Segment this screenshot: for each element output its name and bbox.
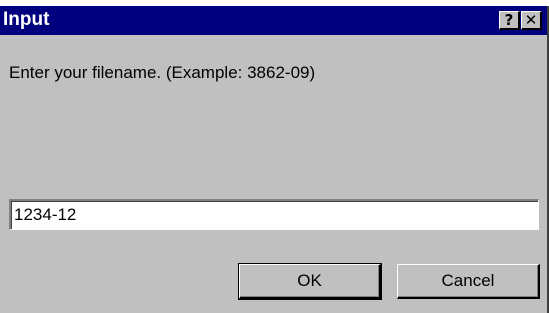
close-button[interactable]: ✕ — [521, 11, 542, 30]
ok-button[interactable]: OK — [238, 263, 382, 300]
title-bar[interactable]: Input ? ✕ — [0, 6, 547, 35]
close-icon: ✕ — [524, 11, 538, 29]
filename-input[interactable] — [14, 204, 534, 226]
cancel-button[interactable]: Cancel — [397, 264, 540, 299]
input-dialog: Input ? ✕ Enter your filename. (Example:… — [0, 6, 549, 313]
window-title: Input — [3, 9, 50, 30]
help-button[interactable]: ? — [499, 11, 520, 30]
prompt-label: Enter your filename. (Example: 3862-09) — [9, 63, 316, 82]
help-icon: ? — [504, 11, 514, 29]
filename-field-frame — [9, 199, 539, 230]
